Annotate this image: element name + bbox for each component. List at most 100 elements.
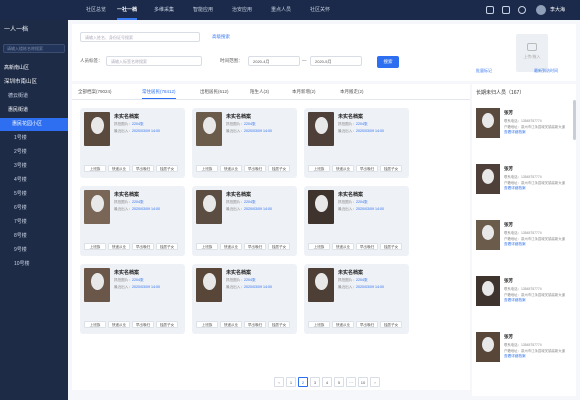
card-last-access: 最近出入：2020/03/09 14:00 bbox=[338, 207, 384, 211]
date-from-input[interactable]: 2020-4月 bbox=[248, 56, 300, 66]
archive-card[interactable]: 未实名档案 抓拍图片：2204张 最近出入：2020/03/09 14:00 上班族快… bbox=[304, 108, 409, 178]
person-photo bbox=[476, 332, 500, 362]
card-title: 未实名档案 bbox=[338, 192, 364, 198]
card-tag: 早出晚归 bbox=[244, 243, 266, 250]
page-item[interactable]: 5 bbox=[334, 377, 344, 387]
nav-security[interactable]: 治安应用 bbox=[232, 0, 252, 20]
sidebar-item-building-10[interactable]: 10号楼 bbox=[0, 258, 68, 271]
image-upload-area[interactable]: 上传/拖入 bbox=[516, 34, 548, 72]
sidebar-item-building-7[interactable]: 7号楼 bbox=[0, 216, 68, 229]
date-to-input[interactable]: 2020-5月 bbox=[310, 56, 362, 66]
tab-moved-this-month[interactable]: 本月搬走(2) bbox=[340, 84, 364, 99]
archive-card[interactable]: 未实名档案 抓拍图片：2204张 最近出入：2020/03/09 14:00 上班族快… bbox=[304, 186, 409, 256]
view-archive-link[interactable]: 查看详细档案 bbox=[504, 130, 526, 135]
person-address: 户籍地址：泉州市江永县城关镇高新大道 bbox=[504, 125, 566, 129]
card-tag: 早出晚归 bbox=[132, 243, 154, 250]
nav-one-archive[interactable]: 一社一档 bbox=[117, 0, 138, 20]
card-tag: 独居子女 bbox=[156, 243, 178, 250]
card-capture-count: 抓拍图片：2204张 bbox=[338, 278, 368, 282]
page-item[interactable]: ··· bbox=[346, 377, 356, 387]
tab-stranger[interactable]: 陌生人(3) bbox=[250, 84, 269, 99]
sidebar: 一人一档 请输入楼栋名称搜索 高新南山区 深圳市南山区 德云街道 惠民街道 惠民… bbox=[0, 20, 68, 400]
archive-card[interactable]: 未实名档案 抓拍图片：2204张 最近出入：2020/03/09 14:00 上班族快… bbox=[80, 264, 185, 334]
search-button[interactable]: 搜索 bbox=[377, 56, 399, 68]
page-item[interactable]: › bbox=[370, 377, 380, 387]
batch-mark-link[interactable]: 批量标记 bbox=[476, 68, 492, 74]
nav-key-people[interactable]: 重点人员 bbox=[271, 0, 291, 20]
absent-person-item[interactable]: 张芳 联系电话：13545757774 户籍地址：泉州市江永县城关镇高新大道 查看详细… bbox=[476, 108, 576, 162]
card-tag: 快递从业 bbox=[332, 243, 354, 250]
nav-overview[interactable]: 社区总览 bbox=[86, 0, 106, 20]
archive-card[interactable]: 未实名档案 抓拍图片：2204张 最近出入：2020/03/09 14:00 上班族快… bbox=[192, 108, 297, 178]
notification-icon[interactable] bbox=[502, 6, 510, 14]
card-tag: 快递从业 bbox=[108, 165, 130, 172]
view-archive-link[interactable]: 查看详细档案 bbox=[504, 186, 526, 191]
name-search-input[interactable]: 请输入姓名、身份证号搜索 bbox=[80, 32, 200, 42]
sidebar-item-building-1[interactable]: 1号楼 bbox=[0, 132, 68, 145]
absent-person-item[interactable]: 张芳 联系电话：13545757774 户籍地址：泉州市江永县城关镇高新大道 查看详细… bbox=[476, 332, 576, 386]
right-panel-scrollbar[interactable] bbox=[573, 100, 576, 140]
view-archive-link[interactable]: 查看详细档案 bbox=[504, 354, 526, 359]
archive-card[interactable]: 未实名档案 抓拍图片：2204张 最近出入：2020/03/09 14:00 上班族快… bbox=[80, 186, 185, 256]
page-item[interactable]: 4 bbox=[322, 377, 332, 387]
page-item[interactable]: 10 bbox=[358, 377, 368, 387]
sidebar-item-building-4[interactable]: 4号楼 bbox=[0, 174, 68, 187]
card-tag: 上班族 bbox=[308, 165, 330, 172]
sidebar-search-input[interactable]: 请输入楼栋名称搜索 bbox=[3, 44, 65, 53]
right-panel-title: 长期未归人员（167） bbox=[476, 90, 525, 96]
card-tag: 快递从业 bbox=[108, 243, 130, 250]
page-item[interactable]: 1 bbox=[286, 377, 296, 387]
settings-icon[interactable] bbox=[518, 6, 526, 14]
sidebar-item-district[interactable]: 深圳市南山区 bbox=[0, 76, 68, 89]
nav-smart-app[interactable]: 智能应用 bbox=[193, 0, 213, 20]
upload-label: 上传/拖入 bbox=[523, 54, 541, 59]
archive-card-grid: 未实名档案 抓拍图片：2204张 最近出入：2020/03/09 14:00 上班族快… bbox=[72, 100, 470, 390]
person-photo bbox=[196, 190, 222, 224]
sidebar-item-building-2[interactable]: 2号楼 bbox=[0, 146, 68, 159]
view-archive-link[interactable]: 查看详细档案 bbox=[504, 242, 526, 247]
card-tag: 早出晚归 bbox=[132, 321, 154, 328]
user-name[interactable]: 李大海 bbox=[550, 0, 565, 20]
card-title: 未实名档案 bbox=[114, 114, 140, 120]
person-photo bbox=[476, 108, 500, 138]
sidebar-item-street-1[interactable]: 德云街道 bbox=[0, 90, 68, 103]
tab-all[interactable]: 全部档案(79024) bbox=[78, 84, 112, 99]
card-capture-count: 抓拍图片：2204张 bbox=[114, 278, 144, 282]
page-item[interactable]: 2 bbox=[298, 377, 308, 387]
absent-person-item[interactable]: 张芳 联系电话：13545757774 户籍地址：泉州市江永县城关镇高新大道 查看详细… bbox=[476, 164, 576, 218]
latest-visit-link[interactable]: 最新到访时间 bbox=[534, 68, 558, 74]
person-address: 户籍地址：泉州市江永县城关镇高新大道 bbox=[504, 293, 566, 297]
card-last-access: 最近出入：2020/03/09 14:00 bbox=[226, 285, 272, 289]
sidebar-item-building-8[interactable]: 8号楼 bbox=[0, 230, 68, 243]
sidebar-item-street-2[interactable]: 惠民街道 bbox=[0, 104, 68, 117]
user-avatar[interactable] bbox=[536, 5, 546, 15]
message-icon[interactable] bbox=[486, 6, 494, 14]
page-item[interactable]: 3 bbox=[310, 377, 320, 387]
sidebar-item-building-6[interactable]: 6号楼 bbox=[0, 202, 68, 215]
absent-person-item[interactable]: 张芳 联系电话：13545757774 户籍地址：泉州市江永县城关镇高新大道 查看详细… bbox=[476, 220, 576, 274]
person-address: 户籍地址：泉州市江永县城关镇高新大道 bbox=[504, 237, 566, 241]
tag-search-input[interactable]: 请输入标签名称搜索 bbox=[106, 56, 202, 66]
nav-collection[interactable]: 多维采集 bbox=[154, 0, 174, 20]
person-photo bbox=[84, 112, 110, 146]
card-tag: 快递从业 bbox=[332, 165, 354, 172]
card-title: 未实名档案 bbox=[338, 114, 364, 120]
tab-resident[interactable]: 常住居民(78412) bbox=[142, 84, 176, 99]
archive-card[interactable]: 未实名档案 抓拍图片：2204张 最近出入：2020/03/09 14:00 上班族快… bbox=[304, 264, 409, 334]
tab-new-this-month[interactable]: 本月新增(2) bbox=[292, 84, 316, 99]
sidebar-item-building-5[interactable]: 5号楼 bbox=[0, 188, 68, 201]
card-tag: 独居子女 bbox=[156, 321, 178, 328]
archive-card[interactable]: 未实名档案 抓拍图片：2204张 最近出入：2020/03/09 14:00 上班族快… bbox=[192, 186, 297, 256]
archive-card[interactable]: 未实名档案 抓拍图片：2204张 最近出入：2020/03/09 14:00 上班族快… bbox=[192, 264, 297, 334]
sidebar-item-building-9[interactable]: 9号楼 bbox=[0, 244, 68, 257]
sidebar-item-region[interactable]: 高新南山区 bbox=[0, 62, 68, 75]
tab-renter[interactable]: 出租居民(612) bbox=[200, 84, 229, 99]
sidebar-item-building-3[interactable]: 3号楼 bbox=[0, 160, 68, 173]
nav-community-care[interactable]: 社区关怀 bbox=[310, 0, 330, 20]
archive-card[interactable]: 未实名档案 抓拍图片：2204张 最近出入：2020/03/09 14:00 上班族快… bbox=[80, 108, 185, 178]
view-archive-link[interactable]: 查看详细档案 bbox=[504, 298, 526, 303]
sidebar-item-community[interactable]: 惠民花园小区 bbox=[0, 118, 68, 131]
advanced-search-link[interactable]: 高级搜索 bbox=[212, 34, 230, 40]
page-item[interactable]: ‹ bbox=[274, 377, 284, 387]
absent-person-item[interactable]: 张芳 联系电话：13545757774 户籍地址：泉州市江永县城关镇高新大道 查看详细… bbox=[476, 276, 576, 330]
